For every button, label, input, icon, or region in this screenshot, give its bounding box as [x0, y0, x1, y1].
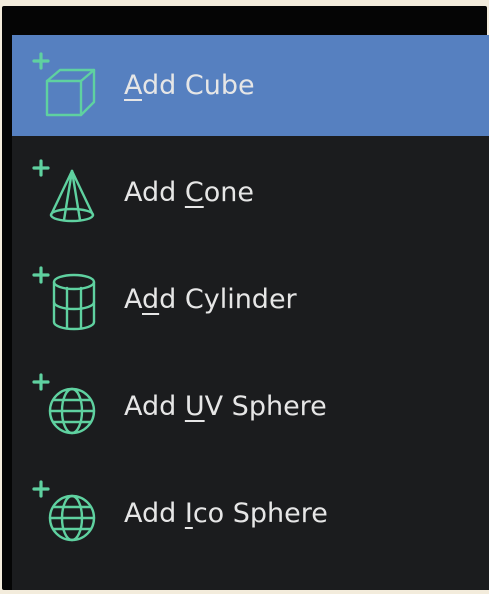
menu-item-add-cube[interactable]: Add Cube — [12, 35, 489, 136]
menu-item-label: Add UV Sphere — [124, 391, 327, 422]
menu-item-label: Add Cone — [124, 177, 254, 208]
menu-item-add-uv-sphere[interactable]: Add UV Sphere — [12, 356, 489, 457]
menu-item-label: Add Cylinder — [124, 284, 297, 315]
add-ico-sphere-icon — [30, 476, 106, 552]
add-cube-icon — [30, 48, 106, 124]
add-uv-sphere-icon — [30, 369, 106, 445]
add-cone-icon — [30, 155, 106, 231]
menu-item-label: Add Ico Sphere — [124, 498, 328, 529]
add-cylinder-icon — [30, 262, 106, 338]
menu-item-add-ico-sphere[interactable]: Add Ico Sphere — [12, 463, 489, 564]
menu-item-label: Add Cube — [124, 70, 255, 101]
add-mesh-menu: Add Cube Add Cone Add Cylinder Add UV Sp… — [12, 35, 489, 590]
window-frame: Add Cube Add Cone Add Cylinder Add UV Sp… — [0, 0, 489, 594]
menu-item-add-cylinder[interactable]: Add Cylinder — [12, 249, 489, 350]
menu-item-add-cone[interactable]: Add Cone — [12, 142, 489, 243]
